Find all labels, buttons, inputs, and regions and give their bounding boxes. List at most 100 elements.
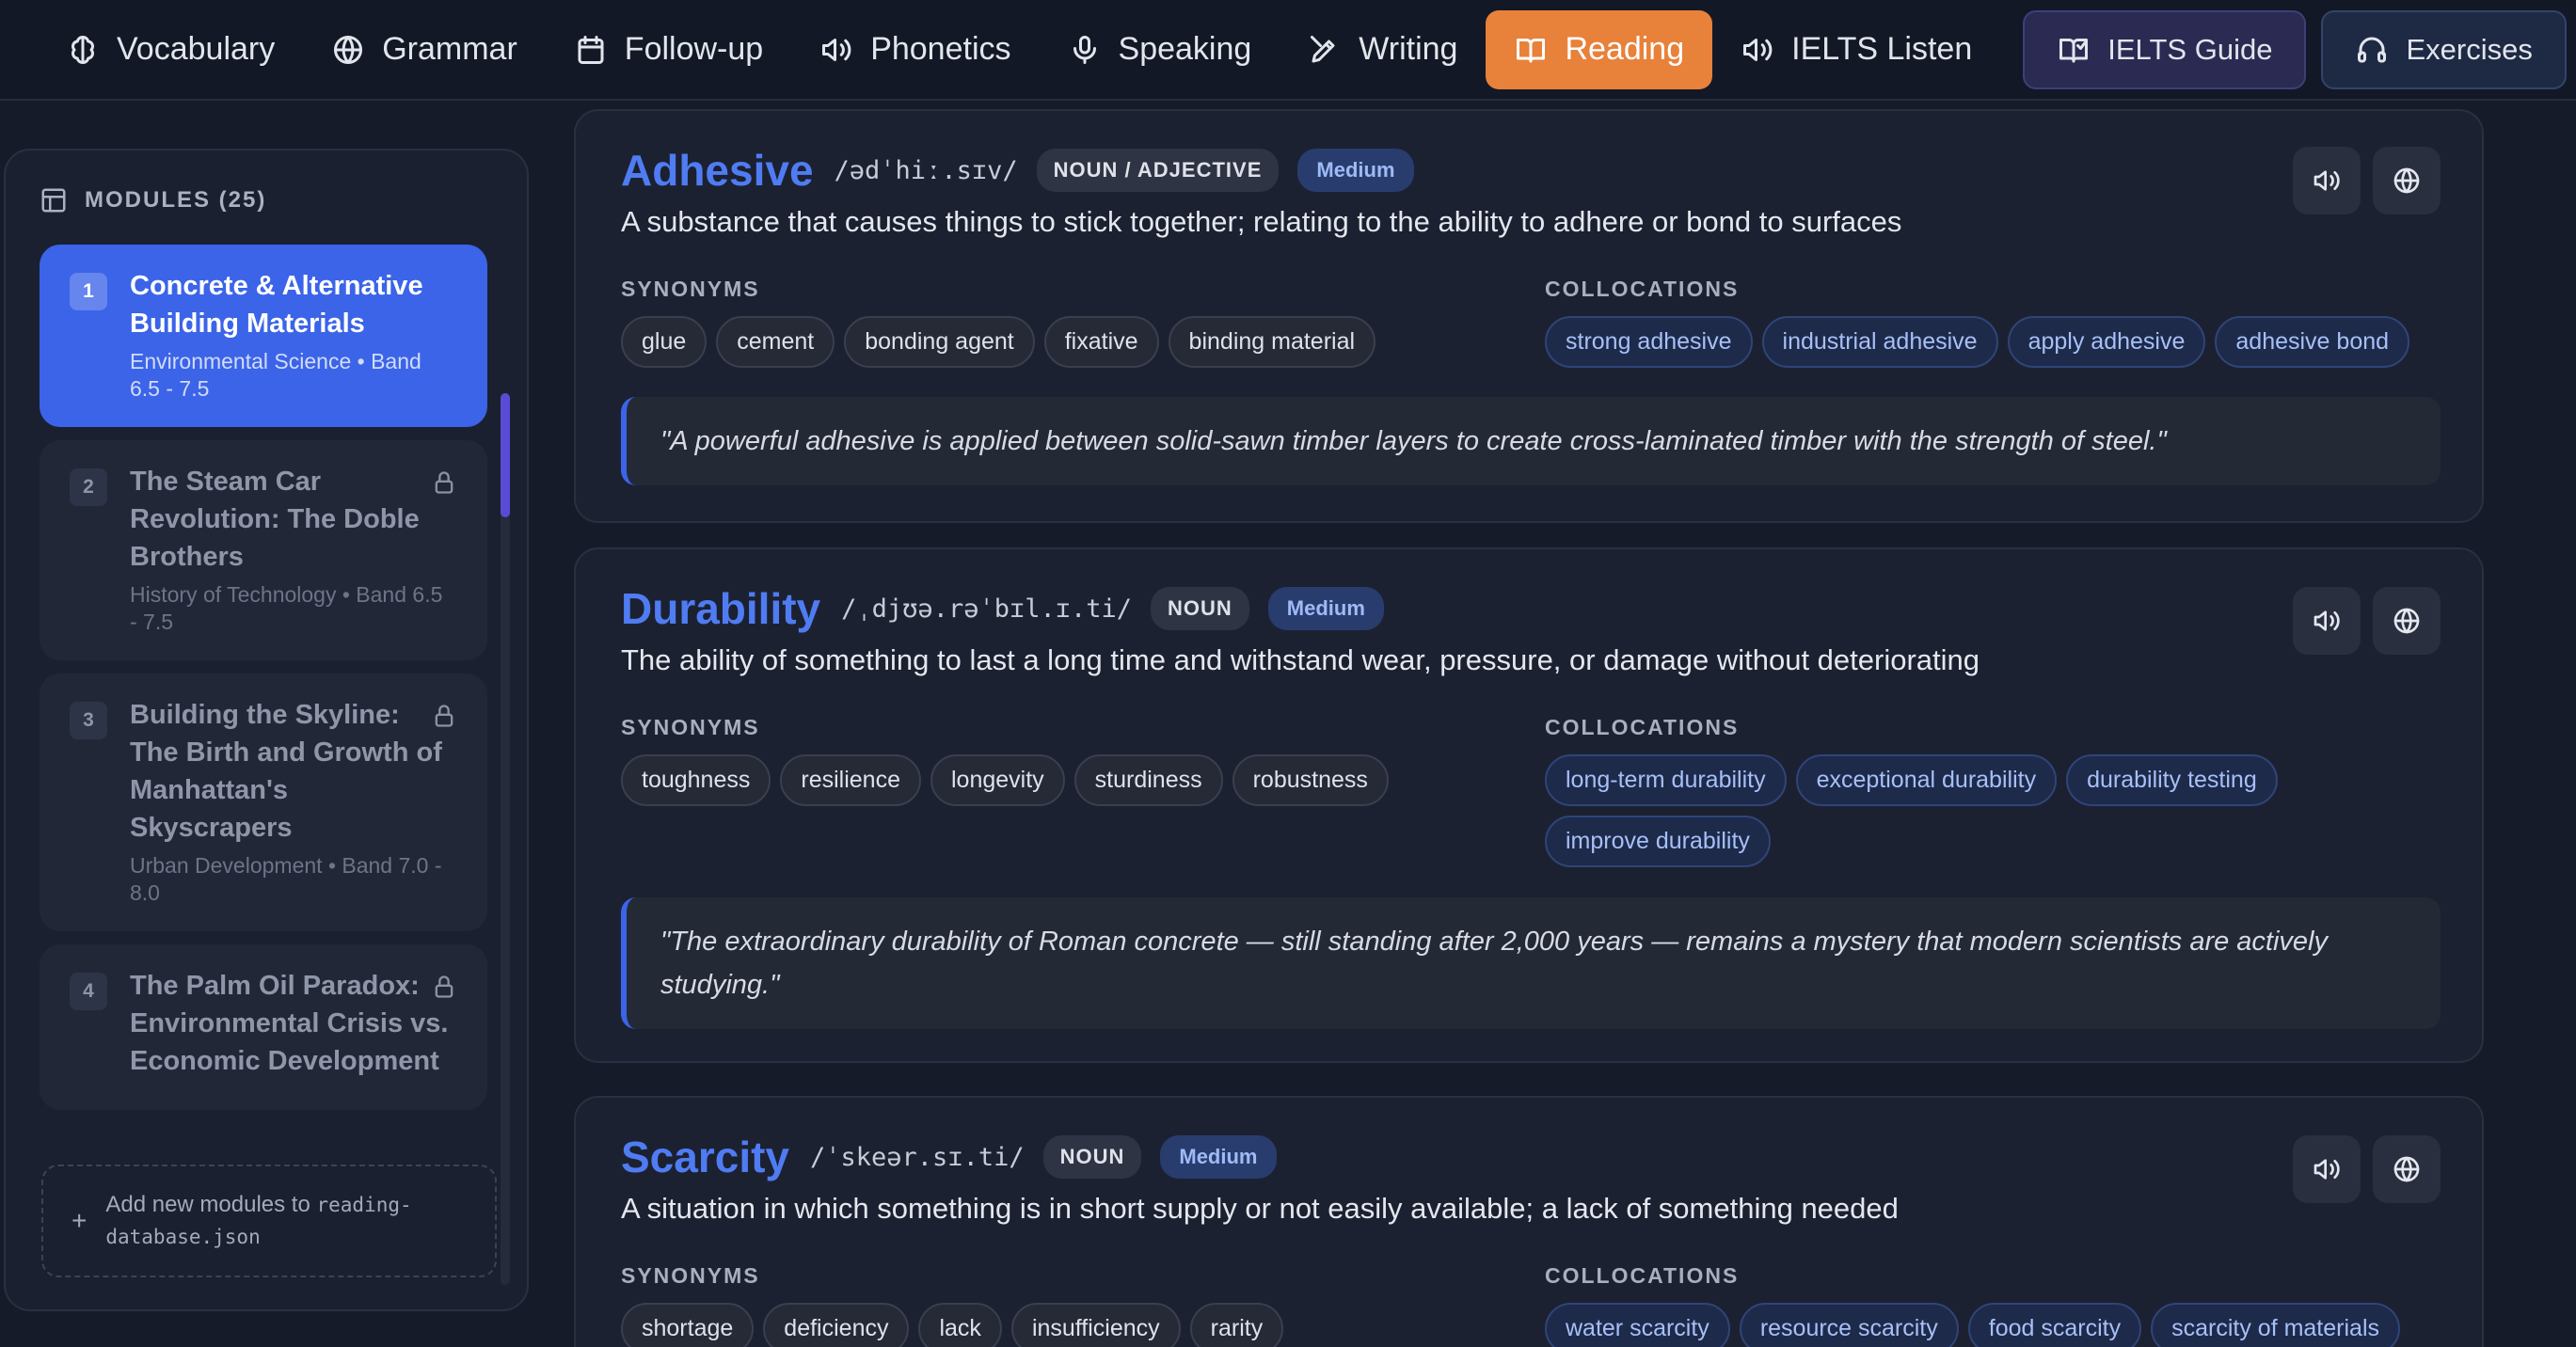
collocation-chip[interactable]: water scarcity (1545, 1303, 1730, 1347)
synonym-chip[interactable]: toughness (621, 754, 771, 806)
collocation-chip[interactable]: long-term durability (1545, 754, 1787, 806)
nav-label: IELTS Listen (1791, 31, 1973, 67)
module-subtitle: Environmental Science • Band 6.5 - 7.5 (130, 349, 421, 401)
module-title: Building the Skyline: The Birth and Grow… (130, 700, 442, 843)
collocation-chip[interactable]: adhesive bond (2215, 316, 2410, 368)
add-modules-label: Add new modules to (105, 1192, 310, 1217)
module-item[interactable]: 3 Building the Skyline: The Birth and Gr… (40, 674, 487, 931)
word-ipa: /ˈskeər.sɪ.ti/ (810, 1142, 1025, 1172)
synonym-chip[interactable]: robustness (1232, 754, 1389, 806)
synonym-chip[interactable]: shortage (621, 1303, 755, 1347)
pronounce-button[interactable] (2293, 587, 2361, 655)
synonym-chip[interactable]: lack (918, 1303, 1002, 1347)
book-open-icon (2059, 38, 2089, 62)
synonym-chip[interactable]: cement (716, 316, 835, 368)
speaker-icon (822, 38, 851, 61)
synonym-chip[interactable]: rarity (1189, 1303, 1284, 1347)
synonym-chip[interactable]: resilience (780, 754, 921, 806)
sidebar-scrollbar-track[interactable] (501, 393, 510, 1285)
nav-speaking[interactable]: Speaking (1040, 10, 1280, 89)
module-number: 3 (70, 702, 107, 739)
collocation-chip[interactable]: apply adhesive (2007, 316, 2206, 368)
collocations-label: COLLOCATIONS (1545, 277, 1740, 301)
collocations-label: COLLOCATIONS (1545, 715, 1740, 739)
nav-ielts-guide[interactable]: IELTS Guide (2023, 9, 2307, 89)
translate-button[interactable] (2373, 587, 2441, 655)
collocation-chip[interactable]: resource scarcity (1739, 1303, 1959, 1347)
collocation-chip[interactable]: scarcity of materials (2151, 1303, 2400, 1347)
collocation-chip[interactable]: improve durability (1545, 816, 1771, 867)
synonym-chip[interactable]: binding material (1168, 316, 1376, 368)
pronounce-button[interactable] (2293, 1135, 2361, 1203)
nav-label: Follow-up (624, 31, 764, 67)
nav-label: IELTS Guide (2107, 32, 2273, 66)
nav-follow-up[interactable]: Follow-up (546, 10, 791, 89)
word-card: Adhesive /ədˈhiː.sɪv/ NOUN / ADJECTIVE M… (574, 109, 2484, 523)
collocations-list: water scarcity resource scarcity food sc… (1545, 1303, 2467, 1347)
module-number: 4 (70, 973, 107, 1010)
translate-button[interactable] (2373, 147, 2441, 214)
synonyms-label: SYNONYMS (621, 277, 760, 301)
lock-icon (435, 705, 453, 727)
nav-phonetics[interactable]: Phonetics (791, 10, 1039, 89)
example-sentence: "The extraordinary durability of Roman c… (621, 897, 2441, 1029)
nav-label: Speaking (1118, 31, 1252, 67)
microphone-icon (1073, 35, 1096, 64)
synonym-chip[interactable]: insufficiency (1010, 1303, 1181, 1347)
calendar-icon (578, 35, 604, 64)
part-of-speech-badge: NOUN (1042, 1135, 1142, 1179)
synonym-chip[interactable]: fixative (1043, 316, 1159, 368)
nav-reading[interactable]: Reading (1486, 9, 1713, 89)
collocation-chip[interactable]: strong adhesive (1545, 316, 1753, 368)
module-item[interactable]: 1 Concrete & Alternative Building Materi… (40, 245, 487, 427)
nav-grammar[interactable]: Grammar (303, 10, 546, 89)
module-title: The Steam Car Revolution: The Doble Brot… (130, 467, 420, 572)
word-card: Scarcity /ˈskeər.sɪ.ti/ NOUN Medium A si… (574, 1096, 2484, 1347)
globe-icon (2393, 608, 2420, 634)
nav-label: Exercises (2406, 32, 2533, 66)
nav-ielts-listen[interactable]: IELTS Listen (1712, 10, 2000, 89)
collocation-chip[interactable]: industrial adhesive (1761, 316, 1998, 368)
lock-icon (435, 471, 453, 494)
collocation-chip[interactable]: durability testing (2066, 754, 2278, 806)
headphones-icon (2358, 37, 2387, 62)
book-open-icon (1517, 38, 1546, 62)
module-item[interactable]: 2 The Steam Car Revolution: The Doble Br… (40, 440, 487, 660)
word-card: Durability /ˌdjʊə.rəˈbɪl.ɪ.ti/ NOUN Medi… (574, 547, 2484, 1063)
translate-button[interactable] (2373, 1135, 2441, 1203)
nav-label: Phonetics (870, 31, 1011, 67)
module-item[interactable]: 4 The Palm Oil Paradox: Environmental Cr… (40, 944, 487, 1110)
pen-icon (1311, 35, 1335, 62)
part-of-speech-badge: NOUN / ADJECTIVE (1036, 149, 1280, 192)
nav-exercises[interactable]: Exercises (2321, 9, 2567, 89)
add-modules-hint[interactable]: + Add new modules to reading-database.js… (41, 1165, 497, 1277)
nav-label: Writing (1359, 31, 1458, 67)
collocation-chip[interactable]: exceptional durability (1795, 754, 2058, 806)
modules-heading-text: MODULES (25) (85, 187, 267, 213)
synonym-chip[interactable]: longevity (930, 754, 1065, 806)
nav-writing[interactable]: Writing (1280, 10, 1486, 89)
module-subtitle: Urban Development • Band 7.0 - 8.0 (130, 853, 442, 905)
brain-icon (71, 35, 95, 64)
synonym-chip[interactable]: glue (621, 316, 708, 368)
level-badge: Medium (1267, 587, 1384, 630)
synonym-chip[interactable]: deficiency (763, 1303, 910, 1347)
module-number: 2 (70, 468, 107, 506)
word-definition: The ability of something to last a long … (621, 643, 1980, 676)
globe-icon (2393, 167, 2420, 194)
synonyms-list: toughness resilience longevity sturdines… (621, 754, 1468, 806)
sidebar-scrollbar-thumb[interactable] (501, 393, 510, 517)
synonym-chip[interactable]: sturdiness (1073, 754, 1223, 806)
module-number: 1 (70, 273, 107, 310)
synonyms-label: SYNONYMS (621, 715, 760, 739)
pronounce-button[interactable] (2293, 147, 2361, 214)
modules-sidebar: MODULES (25) 1 Concrete & Alternative Bu… (4, 149, 529, 1311)
nav-vocabulary[interactable]: Vocabulary (38, 10, 303, 89)
collocation-chip[interactable]: food scarcity (1967, 1303, 2142, 1347)
synonyms-list: glue cement bonding agent fixative bindi… (621, 316, 1468, 368)
word-title: Scarcity (621, 1133, 790, 1181)
word-definition: A substance that causes things to stick … (621, 205, 1902, 238)
synonym-chip[interactable]: bonding agent (844, 316, 1035, 368)
nav-label: Reading (1565, 31, 1685, 67)
word-ipa: /ˌdjʊə.rəˈbɪl.ɪ.ti/ (841, 594, 1133, 624)
